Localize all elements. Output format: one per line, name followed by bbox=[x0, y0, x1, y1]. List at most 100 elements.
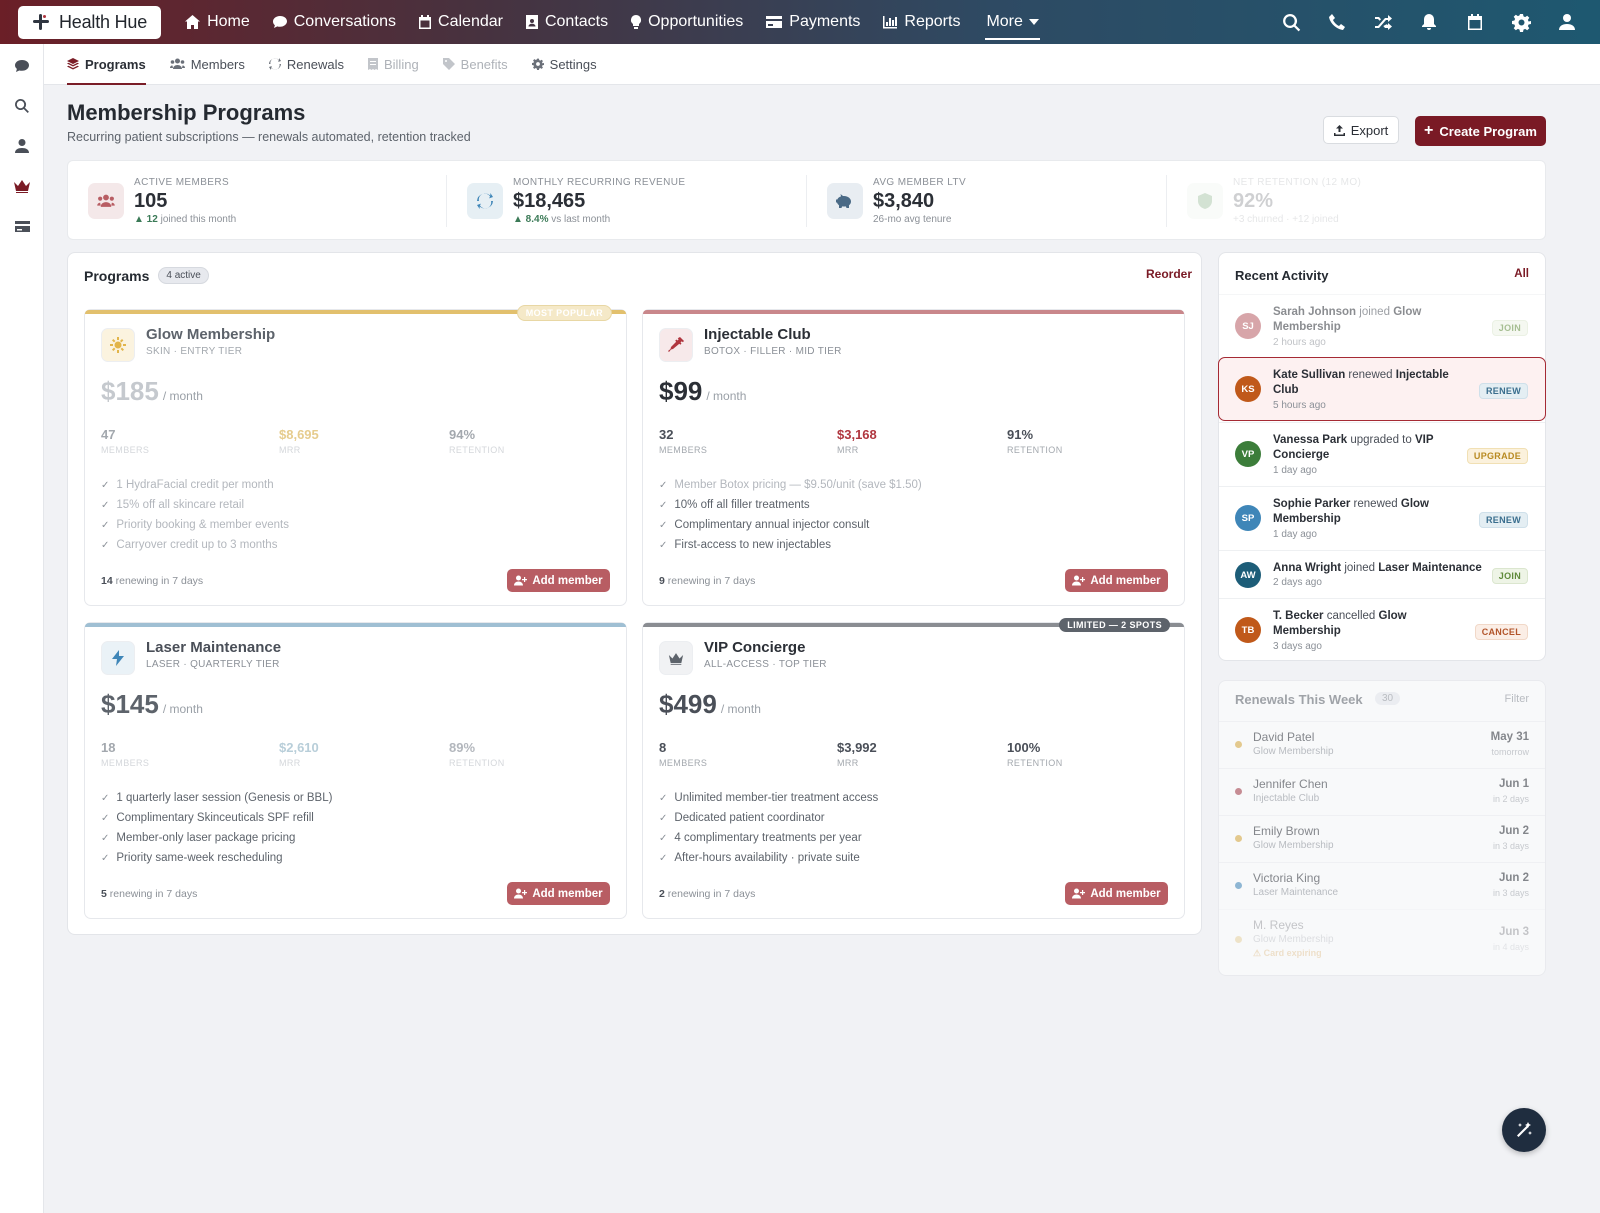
add-member-button[interactable]: Add member bbox=[507, 569, 610, 592]
nav-contacts[interactable]: Contacts bbox=[514, 0, 619, 44]
shuffle-icon[interactable] bbox=[1360, 0, 1406, 44]
metric-value: $2,610 bbox=[279, 740, 319, 755]
left-sidebar bbox=[0, 44, 44, 1213]
price-value: $185 bbox=[101, 376, 159, 406]
refresh-icon bbox=[467, 183, 503, 219]
app-logo[interactable]: Health Hue bbox=[18, 5, 162, 39]
renewal-relative: in 3 days bbox=[1492, 888, 1529, 898]
phone-icon[interactable] bbox=[1314, 0, 1360, 44]
calendar-check-icon[interactable] bbox=[1452, 0, 1498, 44]
crown-icon[interactable] bbox=[12, 176, 32, 196]
chat-icon[interactable] bbox=[12, 56, 32, 76]
search-icon[interactable] bbox=[12, 96, 32, 116]
renewal-item[interactable]: Emily Brown Glow Membership Jun 2 in 3 d… bbox=[1219, 815, 1545, 862]
activity-time: 2 days ago bbox=[1273, 577, 1322, 588]
renewal-date: Jun 2 bbox=[1498, 825, 1529, 837]
nav-payments[interactable]: Payments bbox=[754, 0, 871, 44]
activity-item[interactable]: AW Anna Wright joined Laser Maintenance … bbox=[1219, 550, 1545, 598]
stat-net-retention: NET RETENTION (12 MO) 92% +3 churned · +… bbox=[1167, 161, 1545, 241]
tab-renewals[interactable]: Renewals bbox=[268, 44, 344, 85]
renewals-count-badge: 30 bbox=[1375, 692, 1401, 705]
user-icon[interactable] bbox=[12, 136, 32, 156]
renewal-item[interactable]: M. Reyes Glow Membership ⚠ Card expiring… bbox=[1219, 909, 1545, 971]
home-icon bbox=[185, 15, 201, 29]
renewal-relative: in 2 days bbox=[1492, 794, 1529, 804]
card-accent-line bbox=[643, 310, 1184, 314]
view-all-link[interactable]: All bbox=[1514, 268, 1529, 280]
metric-label: MRR bbox=[279, 445, 301, 455]
renewing-text: renewing in 7 days bbox=[115, 575, 204, 587]
program-card-injectable[interactable]: Injectable Club BOTOX · FILLER · MID TIE… bbox=[642, 309, 1185, 606]
price-unit: / month bbox=[162, 389, 203, 403]
nav-conversations[interactable]: Conversations bbox=[261, 0, 407, 44]
refresh-icon bbox=[268, 58, 281, 70]
program-card-glow[interactable]: MOST POPULAR Glow Membership SKIN · ENTR… bbox=[84, 305, 627, 606]
create-program-button[interactable]: + Create Program bbox=[1415, 116, 1546, 146]
activity-item[interactable]: TB T. Becker cancelled Glow Membership 3… bbox=[1219, 598, 1545, 662]
renewal-item[interactable]: Jennifer Chen Injectable Club Jun 1 in 2… bbox=[1219, 768, 1545, 815]
program-price: $185/ month bbox=[101, 376, 203, 407]
reorder-link[interactable]: Reorder bbox=[1146, 267, 1192, 281]
metric-members: 18 MEMBERS bbox=[101, 740, 149, 768]
tab-benefits[interactable]: Benefits bbox=[442, 44, 508, 85]
nav-home[interactable]: Home bbox=[173, 0, 261, 44]
card-expiring-warning: ⚠ Card expiring bbox=[1253, 948, 1322, 958]
user-profile-icon[interactable] bbox=[1544, 0, 1590, 44]
nav-more[interactable]: More bbox=[975, 0, 1049, 44]
page-title: Membership Programs bbox=[67, 100, 306, 125]
nav-reports[interactable]: Reports bbox=[871, 0, 971, 44]
add-member-button[interactable]: Add member bbox=[1065, 569, 1168, 592]
program-tier: BOTOX · FILLER · MID TIER bbox=[704, 346, 842, 357]
program-card-vip[interactable]: LIMITED — 2 SPOTS VIP Concierge ALL-ACCE… bbox=[642, 618, 1185, 919]
program-price: $499/ month bbox=[659, 689, 761, 720]
avatar: VP bbox=[1235, 441, 1261, 467]
renewing-note: 14 renewing in 7 days bbox=[101, 575, 203, 587]
users-icon bbox=[169, 58, 185, 69]
activity-item[interactable]: SJ Sarah Johnson joined Glow Membership … bbox=[1219, 294, 1545, 358]
status-dot bbox=[1235, 882, 1242, 889]
renewal-date: May 31 bbox=[1490, 731, 1529, 743]
bell-icon[interactable] bbox=[1406, 0, 1452, 44]
activity-item[interactable]: KS Kate Sullivan renewed Injectable Club… bbox=[1218, 357, 1546, 421]
activity-text: T. Becker cancelled Glow Membership bbox=[1273, 609, 1463, 639]
nav-opportunities[interactable]: Opportunities bbox=[619, 0, 754, 44]
activity-item[interactable]: VP Vanessa Park upgraded to VIP Concierg… bbox=[1219, 422, 1545, 486]
stat-label: AVG MEMBER LTV bbox=[873, 177, 967, 188]
renewing-text: renewing in 7 days bbox=[667, 575, 756, 587]
tab-programs[interactable]: Programs bbox=[67, 44, 146, 85]
users-icon bbox=[88, 183, 124, 219]
app-name: Health Hue bbox=[59, 11, 148, 32]
renewal-item[interactable]: Victoria King Laser Maintenance Jun 2 in… bbox=[1219, 862, 1545, 909]
metric-value: 91% bbox=[1007, 427, 1034, 442]
program-name: Glow Membership bbox=[146, 326, 276, 343]
add-member-button[interactable]: Add member bbox=[1065, 882, 1168, 905]
stat-value: 105 bbox=[134, 190, 168, 212]
tab-members[interactable]: Members bbox=[169, 44, 245, 85]
metric-retention: 89% RETENTION bbox=[449, 740, 505, 768]
renewal-item[interactable]: David Patel Glow Membership May 31 tomor… bbox=[1219, 721, 1545, 768]
member-name: Anna Wright bbox=[1273, 562, 1342, 574]
search-icon[interactable] bbox=[1268, 0, 1314, 44]
tab-settings[interactable]: Settings bbox=[531, 44, 597, 85]
stat-label: ACTIVE MEMBERS bbox=[134, 177, 230, 188]
activity-item[interactable]: SP Sophie Parker renewed Glow Membership… bbox=[1219, 486, 1545, 550]
program-card-laser[interactable]: Laser Maintenance LASER · QUARTERLY TIER… bbox=[84, 622, 627, 919]
add-member-label: Add member bbox=[1090, 574, 1161, 587]
stat-note-text: +3 churned · +12 joined bbox=[1233, 214, 1339, 225]
perk-item: Complimentary Skinceuticals SPF refill bbox=[101, 808, 332, 828]
tab-billing[interactable]: Billing bbox=[367, 44, 419, 85]
credit-card-icon[interactable] bbox=[12, 216, 32, 236]
nav-calendar[interactable]: Calendar bbox=[407, 0, 514, 44]
filter-link[interactable]: Filter bbox=[1505, 693, 1529, 705]
shield-icon bbox=[1187, 183, 1223, 219]
sub-navigation-tabs: Programs Members Renewals Billing Benefi… bbox=[44, 44, 1600, 85]
gear-icon[interactable] bbox=[1498, 0, 1544, 44]
add-member-button[interactable]: Add member bbox=[507, 882, 610, 905]
tab-members-label: Members bbox=[190, 56, 245, 72]
magic-wand-button[interactable] bbox=[1502, 1108, 1546, 1152]
price-unit: / month bbox=[720, 702, 761, 716]
metric-label: MRR bbox=[837, 758, 859, 768]
activity-time: 1 day ago bbox=[1273, 465, 1317, 476]
export-button[interactable]: Export bbox=[1323, 116, 1399, 144]
stat-note: 26-mo avg tenure bbox=[873, 214, 951, 225]
